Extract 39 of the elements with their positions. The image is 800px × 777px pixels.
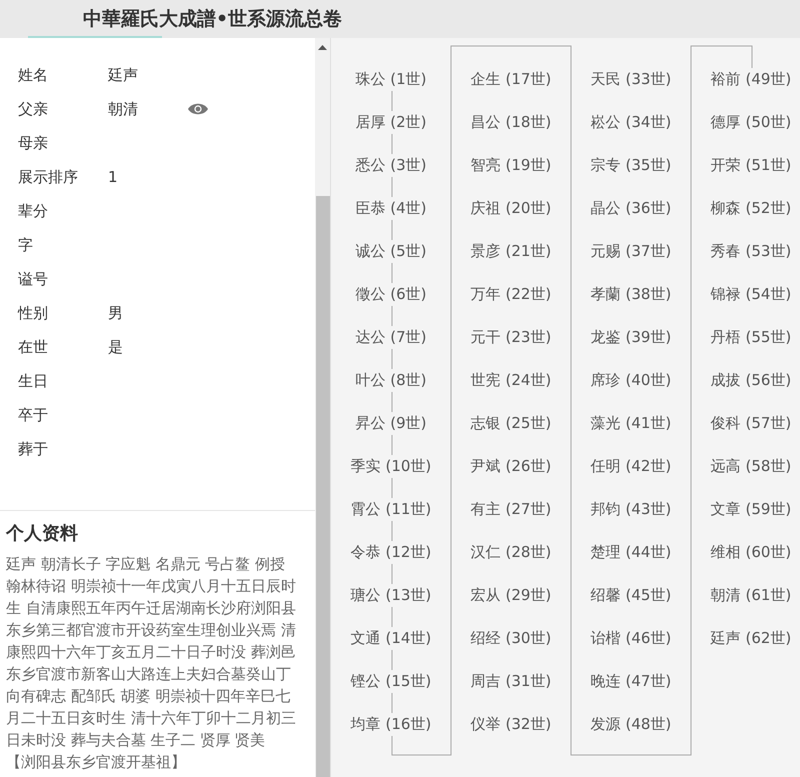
generation-item[interactable]: 昇公 (9世) <box>355 412 426 435</box>
scroll-up-arrow-icon[interactable] <box>318 45 327 50</box>
field-label: 母亲 <box>18 134 49 152</box>
generation-item[interactable]: 悉公 (3世) <box>355 154 426 177</box>
generation-item[interactable]: 均章 (16世) <box>350 713 432 736</box>
generation-item[interactable]: 霄公 (11世) <box>350 498 432 521</box>
field-label: 葬于 <box>18 440 49 458</box>
page-title: 中華羅氏大成譜•世系源流总卷 <box>83 7 342 32</box>
field-label: 辈分 <box>18 202 49 220</box>
field-value: 朝清 <box>108 100 139 118</box>
field-label: 生日 <box>18 372 49 390</box>
field-label: 姓名 <box>18 66 49 84</box>
scrollbar-thumb[interactable] <box>316 196 330 777</box>
field-value: 廷声 <box>108 66 139 84</box>
field-label: 谥号 <box>18 270 49 288</box>
eye-icon[interactable] <box>188 103 208 115</box>
field-label: 展示排序 <box>18 168 79 186</box>
section-heading: 个人资料 <box>6 522 79 545</box>
field-label: 在世 <box>18 338 49 356</box>
generation-item[interactable]: 瑭公 (13世) <box>350 584 432 607</box>
biography-note: 【浏阳县东乡官渡开基祖】 <box>6 752 187 773</box>
generation-item[interactable]: 令恭 (12世) <box>350 541 432 564</box>
field-value: 1 <box>108 168 119 186</box>
generation-item[interactable]: 居厚 (2世) <box>355 111 426 134</box>
field-value: 男 <box>108 304 124 322</box>
biography-text: 廷声 朝清长子 字应魁 名鼎元 号占鳌 例授翰林待诏 明崇祯十一年戊寅八月十五日辰时生 自清康熙五年丙午迁居湖南长沙府浏阳县东乡第三都官渡市开设药室生理创业兴焉 清康熙四十六年丁亥五月二十日子时没 葬浏邑东乡官渡市新客山大路连上夫妇合墓癸山丁向有碑志 配邹氏 胡婆 明崇祯十四年辛巳七月二十五日亥时生 清十六年丁卯十二月初三日未时没 葬与夫合墓 生子二 贤厚 贤美 <box>6 554 297 751</box>
generation-item[interactable]: 臣恭 (4世) <box>355 197 426 220</box>
field-value: 是 <box>108 338 124 356</box>
generation-item[interactable]: 文通 (14世) <box>350 627 432 650</box>
field-label: 性别 <box>18 304 49 322</box>
generation-item[interactable]: 季实 (10世) <box>350 455 432 478</box>
generation-item[interactable]: 铿公 (15世) <box>350 670 432 693</box>
field-label: 卒于 <box>18 406 49 424</box>
generation-item[interactable]: 达公 (7世) <box>355 326 426 349</box>
field-label: 字 <box>18 236 34 254</box>
generation-item[interactable]: 徵公 (6世) <box>355 283 426 306</box>
field-label: 父亲 <box>18 100 49 118</box>
generation-item[interactable]: 诚公 (5世) <box>355 240 426 263</box>
generation-item[interactable]: 叶公 (8世) <box>355 369 426 392</box>
